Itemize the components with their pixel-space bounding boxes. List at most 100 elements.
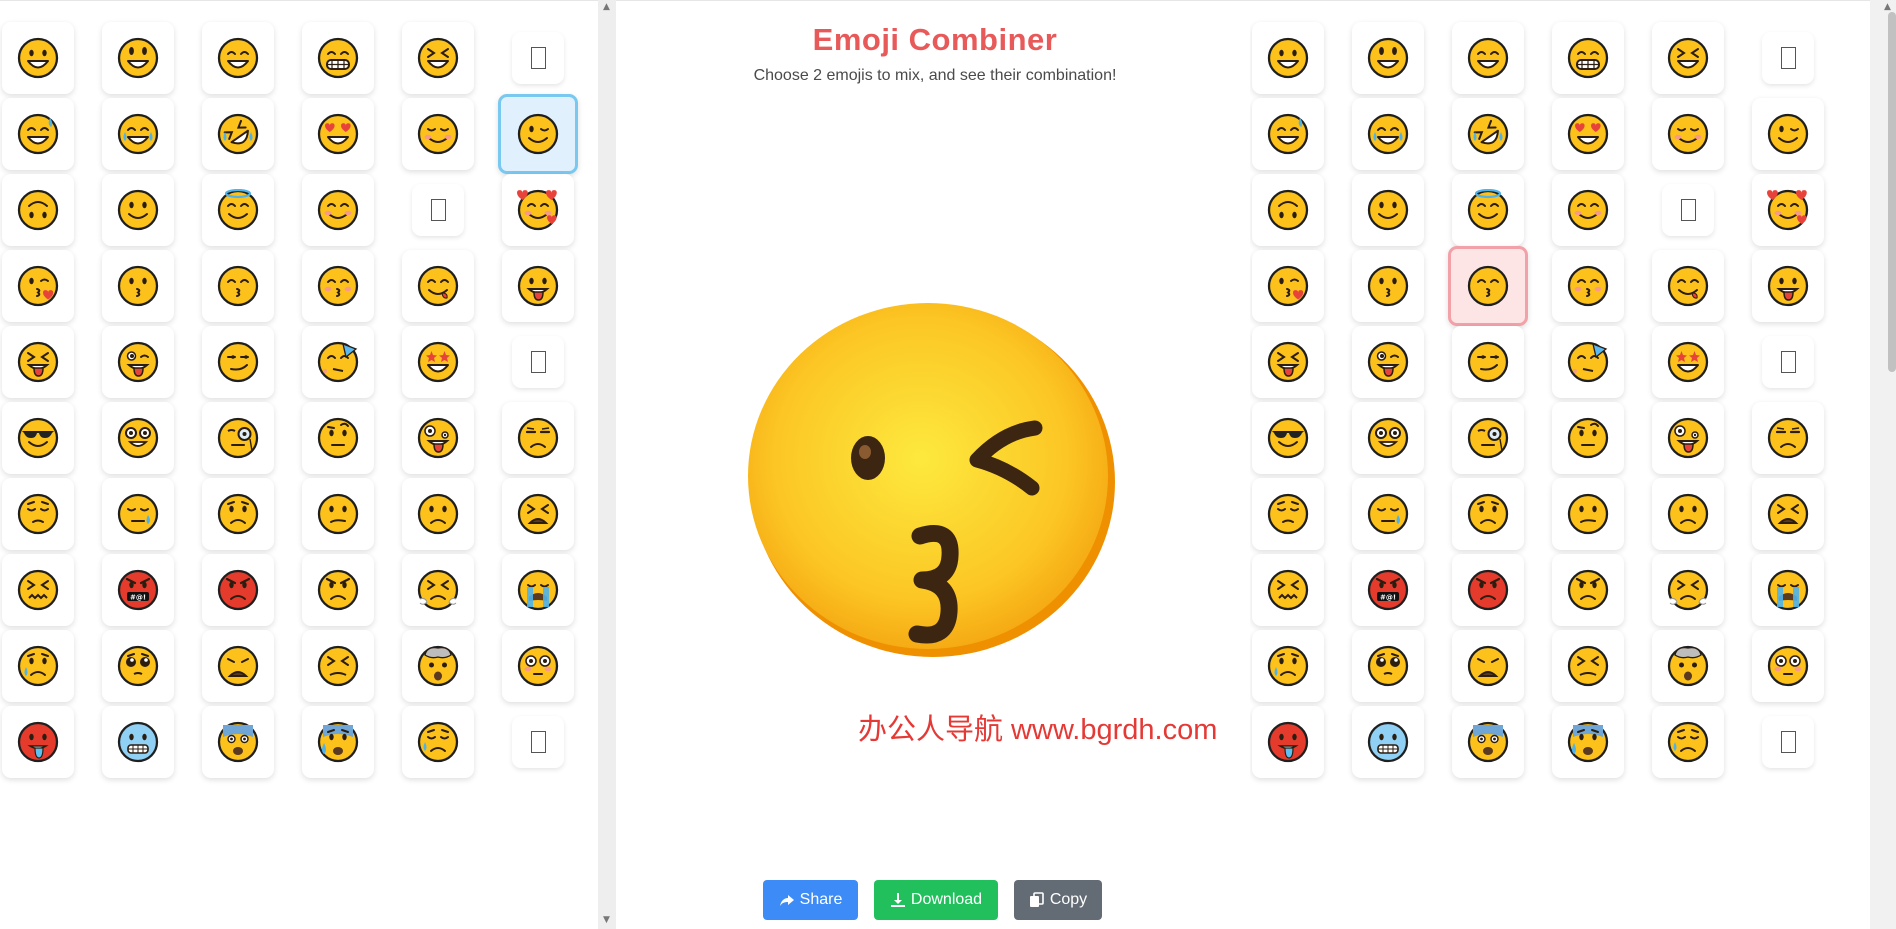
right-emoji-cell-sad-relieved-face[interactable] [1652,706,1724,778]
right-emoji-cell-smiling-face-with-halo[interactable] [1452,174,1524,246]
left-emoji-cell-partying-face[interactable] [302,326,374,398]
right-emoji-cell-worried-face[interactable] [1452,478,1524,550]
left-emoji-cell-pensive-face[interactable] [2,478,74,550]
left-emoji-cell-relieved-face[interactable] [402,98,474,170]
left-emoji-cell-angry-face[interactable] [302,554,374,626]
right-emoji-cell-unsupported-glyph[interactable] [1762,32,1814,84]
left-emoji-cell-anxious-face-with-sweat[interactable] [302,706,374,778]
right-emoji-cell-face-with-tongue[interactable] [1752,250,1824,322]
left-emoji-cell-grinning-face-smiling-eyes[interactable] [202,22,274,94]
right-emoji-cell-slightly-frowning-face[interactable] [1652,478,1724,550]
right-emoji-cell-face-with-steam[interactable] [1652,554,1724,626]
left-emoji-cell-kissing-face[interactable] [102,250,174,322]
right-emoji-cell-star-struck[interactable] [1652,326,1724,398]
right-emoji-cell-squinting-face-with-tongue[interactable] [1252,326,1324,398]
right-emoji-cell-cold-face[interactable] [1352,706,1424,778]
right-emoji-cell-pouting-face[interactable] [1452,554,1524,626]
left-emoji-cell-sad-relieved-face[interactable] [402,706,474,778]
right-emoji-cell-grinning-squinting-face[interactable] [1652,22,1724,94]
right-emoji-cell-persevering-face[interactable] [1552,630,1624,702]
scroll-up-arrow-icon[interactable]: ▲ [603,2,610,12]
left-emoji-cell-smiling-face-heart-eyes[interactable] [302,98,374,170]
left-emoji-cell-smiling-face-smiling-eyes[interactable] [302,174,374,246]
right-emoji-cell-smiling-face-with-sunglasses[interactable] [1252,402,1324,474]
left-emoji-cell-cold-face[interactable] [102,706,174,778]
right-emoji-cell-beaming-face[interactable] [1552,22,1624,94]
left-emoji-cell-tired-face[interactable] [502,478,574,550]
right-emoji-cell-partying-face[interactable] [1552,326,1624,398]
left-emoji-cell-unsupported-glyph[interactable] [512,336,564,388]
right-emoji-cell-kissing-face-closed-eyes[interactable] [1448,246,1528,326]
left-emoji-cell-unsupported-glyph[interactable] [512,32,564,84]
right-emoji-cell-kissing-face-smiling-eyes[interactable] [1552,250,1624,322]
left-emoji-cell-face-savoring-food[interactable] [402,250,474,322]
left-emoji-cell-smiling-face-with-hearts[interactable] [502,174,574,246]
right-emoji-cell-zany-face[interactable] [1652,402,1724,474]
right-emoji-cell-confounded-face[interactable] [1252,554,1324,626]
scroll-down-arrow-icon[interactable]: ▼ [603,915,610,925]
right-emoji-cell-upside-down-face[interactable] [1252,174,1324,246]
right-emoji-cell-face-savoring-food[interactable] [1652,250,1724,322]
right-emoji-cell-pensive-face[interactable] [1252,478,1324,550]
left-emoji-cell-face-with-tears-of-joy[interactable] [102,98,174,170]
right-emoji-cell-smiling-face-smiling-eyes[interactable] [1552,174,1624,246]
left-emoji-cell-winking-face[interactable] [498,94,578,174]
left-emoji-cell-face-with-raised-eyebrow[interactable] [302,402,374,474]
right-emoji-cell-sleepy-face[interactable] [1352,478,1424,550]
left-emoji-cell-weary-face[interactable] [202,630,274,702]
right-emoji-cell-face-with-raised-eyebrow[interactable] [1552,402,1624,474]
right-emoji-cell-kissing-face[interactable] [1352,250,1424,322]
right-emoji-cell-fearful-face[interactable] [1452,706,1524,778]
right-emoji-cell-smirking-face[interactable] [1452,326,1524,398]
page-scroll-up-arrow-icon[interactable]: ▲ [1884,2,1891,12]
right-emoji-cell-unsupported-glyph[interactable] [1762,716,1814,768]
right-emoji-cell-slightly-smiling-face[interactable] [1352,174,1424,246]
left-emoji-cell-exploding-head[interactable] [402,630,474,702]
left-emoji-cell-unsupported-glyph[interactable] [412,184,464,236]
right-emoji-cell-unsupported-glyph[interactable] [1762,336,1814,388]
left-emoji-cell-sleepy-face[interactable] [102,478,174,550]
left-emoji-cell-slightly-smiling-face[interactable] [102,174,174,246]
left-emoji-cell-smirking-face[interactable] [202,326,274,398]
right-emoji-cell-crying-face[interactable] [1252,630,1324,702]
left-emoji-cell-confounded-face[interactable] [2,554,74,626]
left-emoji-cell-worried-face[interactable] [202,478,274,550]
right-emoji-cell-angry-face[interactable] [1552,554,1624,626]
left-emoji-cell-grinning-face[interactable] [2,22,74,94]
share-button[interactable]: Share [763,880,858,920]
left-emoji-cell-squinting-face-with-tongue[interactable] [2,326,74,398]
right-emoji-cell-weary-face[interactable] [1452,630,1524,702]
right-emoji-cell-exploding-head[interactable] [1652,630,1724,702]
left-emoji-cell-star-struck[interactable] [402,326,474,398]
right-emoji-cell-confused-face[interactable] [1552,478,1624,550]
left-emoji-cell-unsupported-glyph[interactable] [512,716,564,768]
right-emoji-cell-face-with-tears-of-joy[interactable] [1352,98,1424,170]
right-emoji-cell-nerd-face[interactable] [1352,402,1424,474]
left-emoji-cell-grinning-face-with-sweat[interactable] [2,98,74,170]
left-emoji-cell-smiling-face-with-sunglasses[interactable] [2,402,74,474]
left-emoji-cell-slightly-frowning-face[interactable] [402,478,474,550]
left-emoji-cell-kissing-face-closed-eyes[interactable] [202,250,274,322]
right-emoji-cell-grinning-face-with-sweat[interactable] [1252,98,1324,170]
left-emoji-cell-beaming-face[interactable] [302,22,374,94]
left-emoji-cell-winking-face-with-tongue[interactable] [102,326,174,398]
right-emoji-cell-relieved-face[interactable] [1652,98,1724,170]
left-emoji-cell-face-with-tongue[interactable] [502,250,574,322]
left-emoji-cell-face-with-symbols-on-mouth[interactable]: #@! [102,554,174,626]
left-emoji-cell-hot-face[interactable] [2,706,74,778]
left-emoji-cell-persevering-face[interactable] [302,630,374,702]
left-emoji-cell-smiling-face-with-halo[interactable] [202,174,274,246]
right-emoji-cell-tired-face[interactable] [1752,478,1824,550]
left-emoji-cell-fearful-face[interactable] [202,706,274,778]
left-emoji-cell-unamused-face[interactable] [502,402,574,474]
page-scrollbar-thumb[interactable] [1888,12,1896,372]
right-emoji-cell-winking-face-with-tongue[interactable] [1352,326,1424,398]
right-emoji-cell-unsupported-glyph[interactable] [1662,184,1714,236]
right-emoji-cell-grinning-face-smiling-eyes[interactable] [1452,22,1524,94]
left-emoji-cell-zany-face[interactable] [402,402,474,474]
copy-button[interactable]: Copy [1014,880,1102,920]
left-emoji-cell-pouting-face[interactable] [202,554,274,626]
left-emoji-cell-pleading-face[interactable] [102,630,174,702]
right-emoji-cell-face-with-monocle[interactable] [1452,402,1524,474]
download-button[interactable]: Download [874,880,998,920]
